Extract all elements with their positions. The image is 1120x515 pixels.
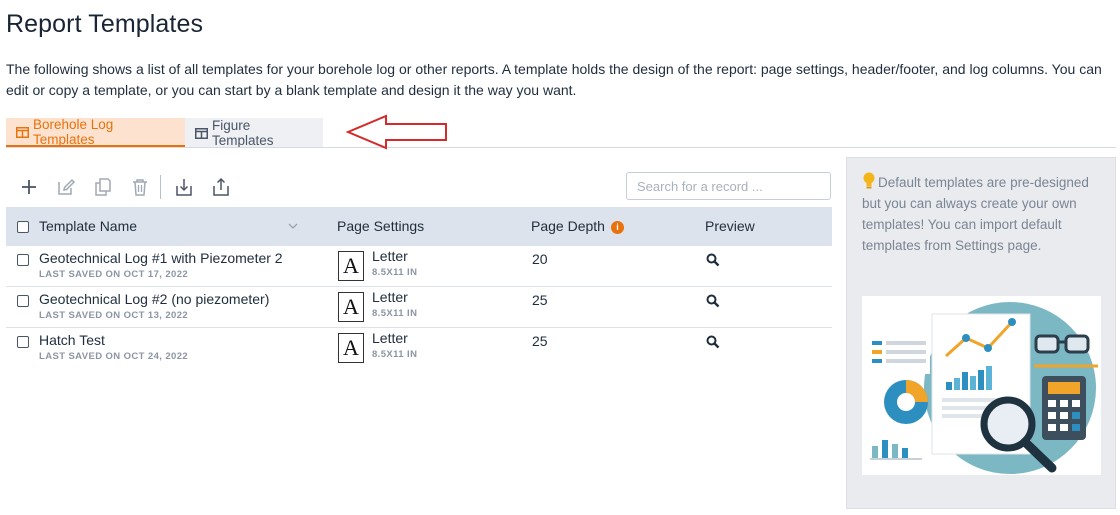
template-name-cell: Geotechnical Log #2 (no piezometer) LAST… (39, 291, 269, 321)
last-saved: LAST SAVED ON OCT 13, 2022 (39, 310, 189, 321)
edit-button[interactable] (47, 172, 84, 202)
column-header-preview: Preview (705, 218, 755, 234)
info-panel-text: Default templates are pre-designed but y… (862, 172, 1107, 256)
page-depth: 25 (532, 292, 548, 308)
edit-icon (57, 178, 75, 195)
page-name: Letter (372, 248, 408, 264)
last-saved: LAST SAVED ON OCT 24, 2022 (39, 351, 189, 362)
sort-chevron-icon[interactable] (288, 223, 298, 230)
template-name[interactable]: Geotechnical Log #2 (no piezometer) (39, 291, 269, 307)
import-icon (175, 179, 192, 196)
columns-icon (16, 126, 29, 138)
annotation-arrow-icon (346, 114, 447, 150)
templates-table: Template Name Page Settings Page Depth i … (6, 207, 832, 369)
toolbar-separator (160, 175, 161, 199)
tab-label: Borehole Log Templates (33, 116, 114, 147)
lightbulb-icon (863, 172, 875, 189)
table-row[interactable]: Hatch Test LAST SAVED ON OCT 24, 2022 A … (6, 328, 832, 369)
add-icon (21, 180, 36, 194)
page-letter-icon: A (338, 333, 364, 363)
info-icon[interactable]: i (610, 220, 624, 234)
template-name[interactable]: Hatch Test (39, 332, 188, 348)
tab-label: Figure Templates (212, 117, 274, 148)
tab-figure-templates[interactable]: Figure Templates (185, 117, 323, 148)
analytics-illustration-icon (870, 302, 1098, 474)
row-checkbox[interactable] (17, 336, 29, 348)
column-header-page-settings: Page Settings (337, 218, 425, 234)
template-name[interactable]: Geotechnical Log #1 with Piezometer 2 (39, 250, 283, 266)
page-letter-icon: A (338, 292, 364, 322)
page-letter-icon: A (338, 251, 364, 281)
preview-search-icon[interactable] (706, 335, 720, 349)
report-illustration (862, 296, 1101, 475)
page-settings-cell: Letter 8.5X11 IN (372, 248, 417, 278)
tab-divider (6, 147, 1116, 148)
template-name-cell: Geotechnical Log #1 with Piezometer 2 LA… (39, 250, 283, 280)
page-name: Letter (372, 330, 408, 346)
page-title: Report Templates (6, 10, 204, 38)
intro-text: The following shows a list of all templa… (6, 61, 1102, 98)
table-header: Template Name Page Settings Page Depth i … (6, 207, 832, 246)
template-tabs: Borehole Log Templates Figure Templates (6, 116, 323, 148)
tab-borehole-log-templates[interactable]: Borehole Log Templates (6, 116, 185, 147)
import-button[interactable] (165, 172, 202, 202)
columns-icon (195, 127, 208, 139)
page-settings-cell: Letter 8.5X11 IN (372, 289, 417, 319)
page-depth: 25 (532, 333, 548, 349)
toolbar (10, 172, 239, 202)
delete-button[interactable] (121, 172, 158, 202)
add-button[interactable] (10, 172, 47, 202)
page-settings-cell: Letter 8.5X11 IN (372, 330, 417, 360)
column-header-name[interactable]: Template Name (39, 218, 137, 234)
select-all-checkbox[interactable] (17, 221, 29, 233)
page-depth: 20 (532, 251, 548, 267)
info-panel-message: Default templates are pre-designed but y… (862, 175, 1089, 253)
page-size: 8.5X11 IN (372, 267, 418, 278)
table-row[interactable]: Geotechnical Log #1 with Piezometer 2 LA… (6, 246, 832, 287)
template-name-cell: Hatch Test LAST SAVED ON OCT 24, 2022 (39, 332, 188, 362)
table-row[interactable]: Geotechnical Log #2 (no piezometer) LAST… (6, 287, 832, 328)
export-button[interactable] (202, 172, 239, 202)
column-header-page-depth: Page Depth i (531, 218, 624, 234)
copy-button[interactable] (84, 172, 121, 202)
search-input[interactable] (626, 172, 831, 200)
page-size: 8.5X11 IN (372, 349, 418, 360)
row-checkbox[interactable] (17, 254, 29, 266)
column-header-label: Page Depth (531, 218, 605, 234)
row-checkbox[interactable] (17, 295, 29, 307)
export-icon (212, 177, 229, 196)
last-saved: LAST SAVED ON OCT 17, 2022 (39, 269, 189, 280)
delete-icon (132, 179, 147, 196)
info-side-panel: Default templates are pre-designed but y… (846, 157, 1116, 509)
copy-icon (94, 178, 111, 196)
page-name: Letter (372, 289, 408, 305)
preview-search-icon[interactable] (706, 294, 720, 308)
preview-search-icon[interactable] (706, 253, 720, 267)
page-size: 8.5X11 IN (372, 308, 418, 319)
